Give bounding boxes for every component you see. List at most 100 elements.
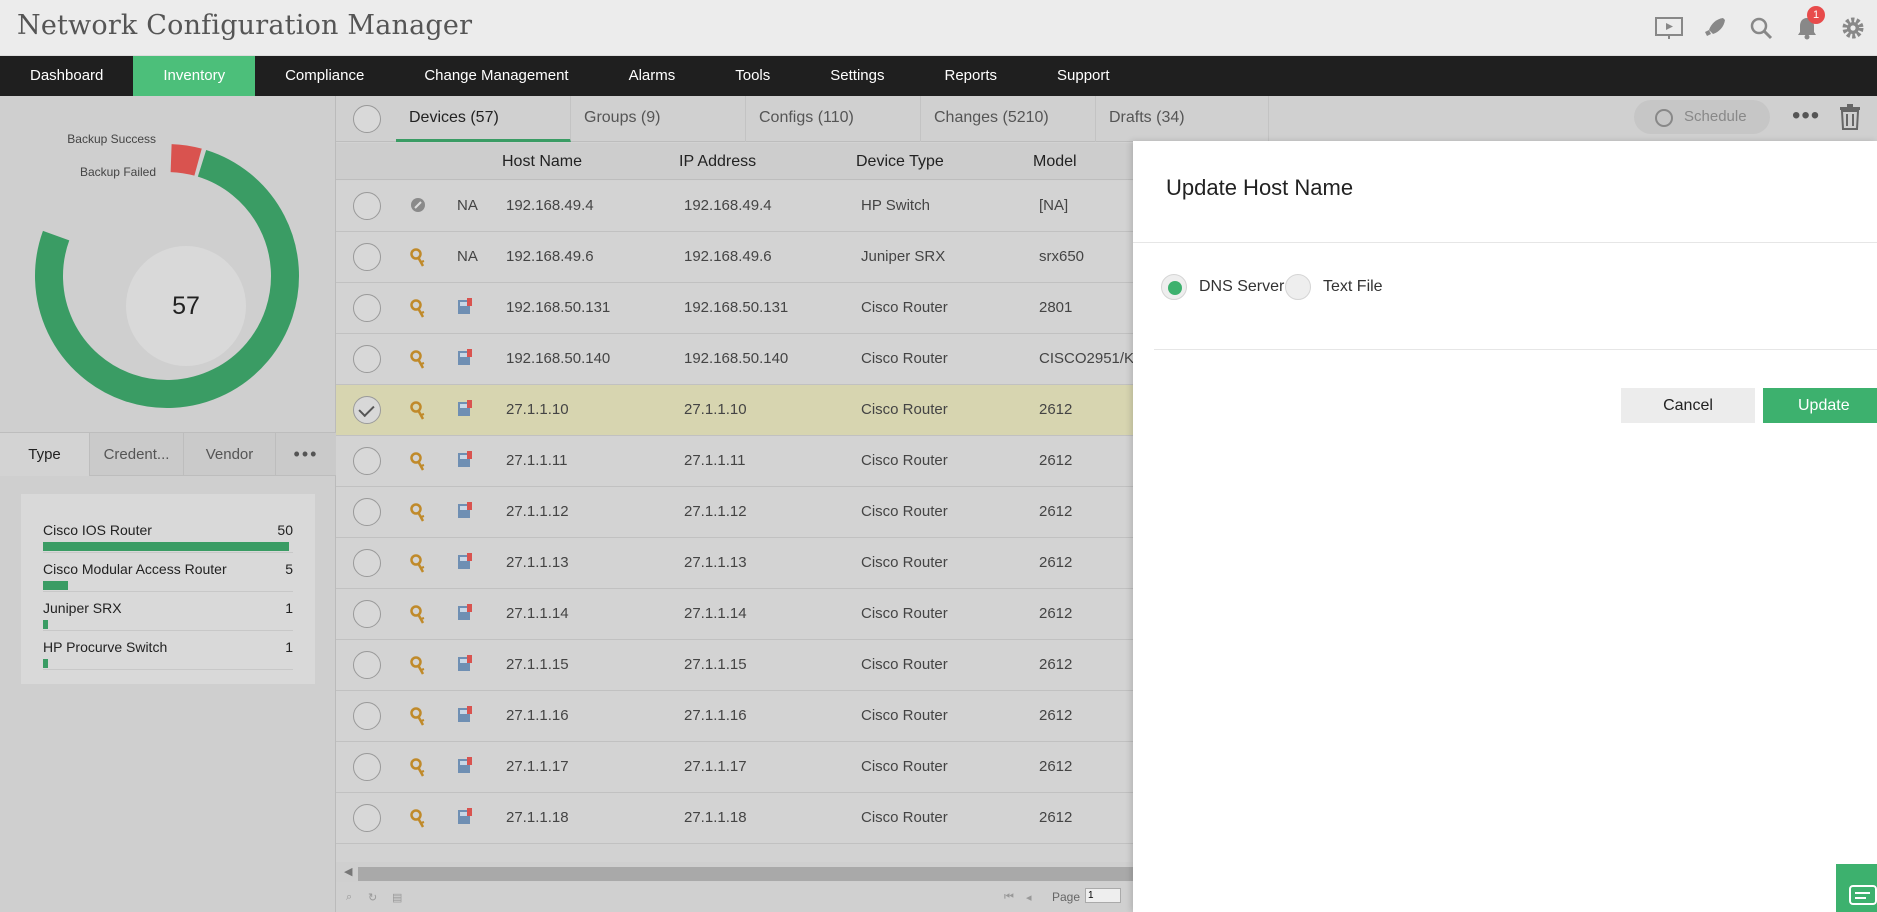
row-checkbox[interactable] <box>353 753 381 781</box>
search-icon[interactable]: ⌕ <box>346 891 358 903</box>
column-ip-address[interactable]: IP Address <box>679 143 756 180</box>
cancel-button[interactable]: Cancel <box>1621 388 1755 423</box>
tab-changes[interactable]: Changes (5210) <box>921 96 1096 142</box>
filter-tab-credential[interactable]: Credent... <box>90 433 184 476</box>
credential-status-icon[interactable] <box>410 197 426 218</box>
key-icon[interactable] <box>410 809 426 834</box>
device-config-icon[interactable] <box>457 298 473 321</box>
search-icon[interactable] <box>1745 12 1777 44</box>
row-host-name[interactable]: 27.1.1.16 <box>506 691 569 741</box>
key-icon[interactable] <box>410 350 426 375</box>
device-config-icon[interactable] <box>457 757 473 780</box>
page-number-input[interactable] <box>1085 888 1121 903</box>
key-icon[interactable] <box>410 605 426 630</box>
device-config-icon[interactable] <box>457 502 473 525</box>
nav-dashboard[interactable]: Dashboard <box>0 56 133 96</box>
device-type-item[interactable]: Cisco IOS Router 50 <box>43 514 293 553</box>
tab-groups[interactable]: Groups (9) <box>571 96 746 142</box>
row-checkbox[interactable] <box>353 345 381 373</box>
filter-more-button[interactable]: ••• <box>276 433 336 476</box>
gear-icon[interactable] <box>1837 12 1869 44</box>
tab-devices[interactable]: Devices (57) <box>396 96 571 142</box>
row-host-name[interactable]: 27.1.1.10 <box>506 385 569 435</box>
row-checkbox[interactable] <box>353 600 381 628</box>
device-config-icon[interactable] <box>457 400 473 423</box>
device-type-item[interactable]: Cisco Modular Access Router 5 <box>43 553 293 592</box>
key-icon[interactable] <box>410 401 426 426</box>
row-host-name[interactable]: 27.1.1.13 <box>506 538 569 588</box>
row-host-name[interactable]: 27.1.1.14 <box>506 589 569 639</box>
row-checkbox[interactable] <box>353 702 381 730</box>
refresh-icon[interactable]: ↻ <box>368 891 380 904</box>
key-icon[interactable] <box>410 758 426 783</box>
radio-text-file-circle[interactable] <box>1285 274 1311 300</box>
row-checkbox[interactable] <box>353 294 381 322</box>
row-checkbox[interactable] <box>353 498 381 526</box>
device-config-icon[interactable] <box>457 604 473 627</box>
key-icon[interactable] <box>410 248 426 273</box>
device-config-icon[interactable] <box>457 553 473 576</box>
nav-tools[interactable]: Tools <box>705 56 800 96</box>
device-config-icon[interactable] <box>457 655 473 678</box>
bell-icon[interactable]: 1 <box>1791 6 1825 44</box>
nav-settings[interactable]: Settings <box>800 56 914 96</box>
scroll-left-icon[interactable]: ◀ <box>344 865 352 878</box>
row-host-name[interactable]: 192.168.50.131 <box>506 283 610 333</box>
device-config-icon[interactable] <box>457 349 473 372</box>
key-icon[interactable] <box>410 707 426 732</box>
schedule-button[interactable]: Schedule <box>1634 100 1770 134</box>
row-checkbox[interactable] <box>353 192 381 220</box>
nav-inventory[interactable]: Inventory <box>133 56 256 96</box>
device-config-icon[interactable] <box>457 706 473 729</box>
key-icon[interactable] <box>410 299 426 324</box>
row-host-name[interactable]: 27.1.1.12 <box>506 487 569 537</box>
column-host-name[interactable]: Host Name <box>502 143 582 180</box>
key-icon[interactable] <box>410 554 426 579</box>
nav-reports[interactable]: Reports <box>914 56 1027 96</box>
filter-tab-vendor[interactable]: Vendor <box>184 433 276 476</box>
radio-dns-circle[interactable] <box>1161 274 1187 300</box>
row-checkbox[interactable] <box>353 447 381 475</box>
select-all-checkbox[interactable] <box>353 105 381 133</box>
export-icon[interactable]: ▤ <box>392 891 404 904</box>
rocket-icon[interactable] <box>1699 12 1731 44</box>
row-host-name[interactable]: 192.168.50.140 <box>506 334 610 384</box>
device-type-item[interactable]: Juniper SRX 1 <box>43 592 293 631</box>
row-checkbox[interactable] <box>353 804 381 832</box>
row-host-name[interactable]: 27.1.1.15 <box>506 640 569 690</box>
row-host-name[interactable]: 192.168.49.6 <box>506 232 594 282</box>
row-checkbox[interactable] <box>353 243 381 271</box>
device-type-item[interactable]: HP Procurve Switch 1 <box>43 631 293 670</box>
filter-tab-type[interactable]: Type <box>0 433 90 476</box>
column-device-type[interactable]: Device Type <box>856 143 944 180</box>
row-host-name[interactable]: 27.1.1.17 <box>506 742 569 792</box>
tab-drafts[interactable]: Drafts (34) <box>1096 96 1269 142</box>
chat-icon[interactable] <box>1836 864 1877 912</box>
row-checkbox[interactable] <box>353 651 381 679</box>
more-options-icon[interactable]: ••• <box>1792 102 1820 130</box>
tab-configs[interactable]: Configs (110) <box>746 96 921 142</box>
donut-slice-failed[interactable] <box>170 144 202 176</box>
nav-alarms[interactable]: Alarms <box>599 56 706 96</box>
trash-icon[interactable] <box>1839 104 1861 135</box>
row-checkbox[interactable] <box>353 549 381 577</box>
nav-support[interactable]: Support <box>1027 56 1140 96</box>
column-model[interactable]: Model <box>1033 143 1077 180</box>
row-host-name[interactable]: 192.168.49.4 <box>506 181 594 231</box>
radio-dns-server[interactable]: DNS Server <box>1161 272 1284 300</box>
device-config-icon[interactable] <box>457 451 473 474</box>
nav-compliance[interactable]: Compliance <box>255 56 394 96</box>
key-icon[interactable] <box>410 656 426 681</box>
row-host-name[interactable]: 27.1.1.18 <box>506 793 569 843</box>
device-config-icon[interactable] <box>457 808 473 831</box>
presentation-icon[interactable] <box>1653 12 1685 44</box>
prev-page-icon[interactable]: ◂ <box>1026 891 1038 904</box>
key-icon[interactable] <box>410 503 426 528</box>
nav-change-management[interactable]: Change Management <box>394 56 598 96</box>
update-button[interactable]: Update <box>1763 388 1877 423</box>
row-checkbox[interactable] <box>353 396 381 424</box>
radio-text-file[interactable]: Text File <box>1285 272 1395 300</box>
row-host-name[interactable]: 27.1.1.11 <box>506 436 567 486</box>
first-page-icon[interactable]: ⏮ <box>1004 891 1016 903</box>
key-icon[interactable] <box>410 452 426 477</box>
